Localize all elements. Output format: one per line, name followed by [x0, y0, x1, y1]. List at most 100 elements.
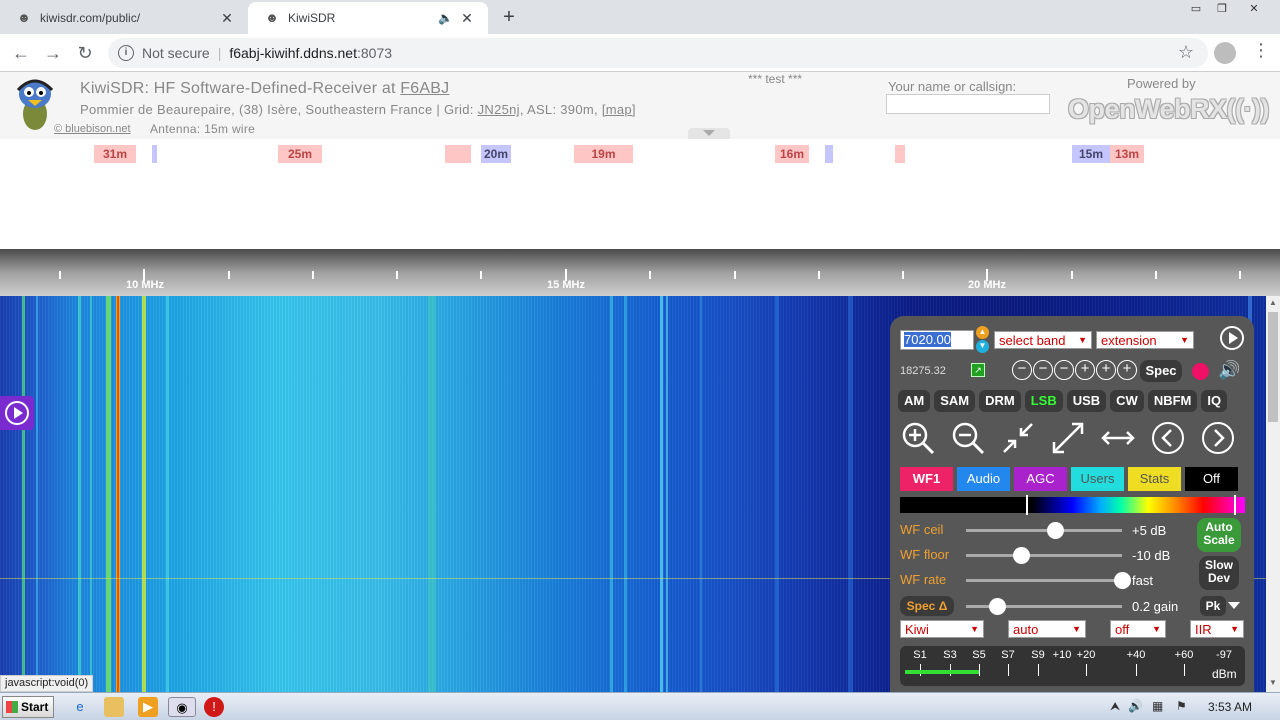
reload-icon[interactable]: ↻ [72, 40, 98, 66]
tab-kiwisdr[interactable]: ☻ KiwiSDR 🔈 ✕ [248, 2, 488, 34]
network-tray-icon[interactable]: ▦ [1152, 699, 1163, 713]
play-button[interactable] [1220, 326, 1244, 350]
swap-icon[interactable] [1100, 420, 1136, 456]
start-button[interactable]: Start [2, 696, 54, 718]
scroll-up-icon[interactable]: ▲ [1269, 298, 1277, 307]
mode-iq-button[interactable]: IQ [1201, 390, 1228, 412]
scrollbar-thumb[interactable] [1268, 312, 1278, 422]
volume-icon[interactable]: 🔊 [1218, 360, 1240, 381]
flag-tray-icon[interactable]: ⚑ [1176, 699, 1187, 713]
folder-icon[interactable] [104, 697, 124, 717]
tab-agc[interactable]: AGC [1014, 467, 1067, 491]
internet-explorer-icon[interactable]: e [70, 697, 90, 717]
band-marker[interactable] [895, 145, 905, 163]
step-up-small-icon[interactable]: + [1075, 360, 1095, 380]
zoom-in-icon[interactable] [900, 420, 936, 456]
wf-rate-knob[interactable] [1114, 572, 1131, 589]
address-bar[interactable]: i Not secure | f6abj-kiwihf.ddns.net:807… [108, 38, 1208, 68]
peak-button[interactable]: Pk [1200, 596, 1226, 616]
minimize-icon[interactable]: ▭ [1182, 0, 1210, 20]
chevron-down-icon[interactable] [1228, 602, 1240, 609]
wf-ceil-knob[interactable] [1046, 522, 1064, 539]
external-link-icon[interactable]: ↗ [971, 363, 985, 377]
tab-stats[interactable]: Stats [1128, 467, 1181, 491]
map-link[interactable]: [map] [602, 102, 636, 117]
tab-audio[interactable]: Audio [957, 467, 1010, 491]
mode-nbfm-button[interactable]: NBFM [1147, 390, 1198, 412]
band-25m[interactable]: 25m [278, 145, 322, 163]
speaker-icon[interactable]: 🔈 [438, 11, 456, 25]
close-tab-icon[interactable]: ✕ [456, 10, 478, 27]
wf-floor-knob[interactable] [1012, 547, 1030, 564]
mode-usb-button[interactable]: USB [1066, 390, 1107, 412]
close-tab-icon[interactable]: ✕ [216, 10, 238, 27]
zoom-full-icon[interactable] [1050, 420, 1086, 456]
zoom-band-icon[interactable] [1000, 420, 1036, 456]
spec-button[interactable]: Spec [1140, 360, 1182, 382]
band-marker[interactable] [445, 145, 471, 163]
band-16m[interactable]: 16m [775, 145, 809, 163]
credit-text[interactable]: © bluebison.net [54, 123, 131, 135]
page-right-icon[interactable] [1200, 420, 1236, 456]
close-window-icon[interactable]: ✕ [1240, 0, 1268, 20]
volume-tray-icon[interactable]: 🔊 [1128, 699, 1143, 713]
wf-floor-track[interactable] [966, 554, 1122, 557]
openwebrx-logo[interactable]: OpenWebRX((·)) [1068, 94, 1269, 125]
page-scrollbar[interactable]: ▲ ▼ [1266, 296, 1280, 692]
mode-cw-button[interactable]: CW [1110, 390, 1144, 412]
band-19m[interactable]: 19m [574, 145, 633, 163]
tray-arrow-icon[interactable]: ⮝ [1110, 699, 1120, 714]
tab-wf1[interactable]: WF1 [900, 467, 953, 491]
agc-source-select[interactable]: Kiwi ▼ [900, 620, 984, 638]
band-15m[interactable]: 15m [1072, 145, 1110, 163]
grid-link[interactable]: JN25nj [478, 102, 520, 117]
tab-off[interactable]: Off [1185, 467, 1238, 491]
off-select[interactable]: off ▼ [1110, 620, 1166, 638]
auto-scale-button[interactable]: Auto Scale [1197, 518, 1241, 552]
band-13m[interactable]: 13m [1110, 145, 1144, 163]
scroll-down-icon[interactable]: ▼ [1269, 678, 1277, 687]
page-left-icon[interactable] [1150, 420, 1186, 456]
info-icon[interactable]: i [118, 45, 134, 61]
tab-kiwisdr-public[interactable]: ☻ kiwisdr.com/public/ ✕ [0, 2, 248, 34]
frequency-scale[interactable]: 10 MHz 15 MHz 20 MHz [0, 249, 1280, 296]
step-up-medium-icon[interactable]: + [1096, 360, 1116, 380]
band-select[interactable]: select band ▼ [994, 331, 1092, 349]
credit-link[interactable]: © bluebison.net [54, 123, 131, 135]
mode-sam-button[interactable]: SAM [934, 390, 976, 412]
band-31m[interactable]: 31m [94, 145, 136, 163]
filter-select[interactable]: IIR ▼ [1190, 620, 1244, 638]
browser-menu-icon[interactable]: ⋮ [1252, 40, 1270, 61]
step-up-icon[interactable]: ▲ [976, 326, 989, 339]
band-marker[interactable] [825, 145, 833, 163]
extension-select[interactable]: extension ▼ [1096, 331, 1194, 349]
wf-rate-track[interactable] [966, 579, 1122, 582]
tab-users[interactable]: Users [1071, 467, 1124, 491]
forward-icon[interactable]: → [40, 40, 66, 66]
spectrum-area[interactable] [0, 169, 1280, 249]
slow-dev-button[interactable]: Slow Dev [1199, 556, 1239, 590]
chrome-icon[interactable]: ◉ [168, 697, 196, 717]
frequency-stepper[interactable]: ▲ ▼ [976, 326, 990, 354]
new-tab-button[interactable]: + [498, 6, 520, 28]
band-20m[interactable]: 20m [481, 145, 511, 163]
callsign-link[interactable]: F6ABJ [400, 80, 449, 97]
bookmark-star-icon[interactable]: ☆ [1178, 42, 1194, 63]
mode-am-button[interactable]: AM [898, 390, 931, 412]
left-panel-toggle-button[interactable] [0, 396, 34, 430]
step-down-medium-icon[interactable]: − [1033, 360, 1053, 380]
restore-icon[interactable]: ❐ [1208, 0, 1236, 20]
profile-avatar[interactable] [1214, 42, 1236, 64]
back-icon[interactable]: ← [8, 40, 34, 66]
record-icon[interactable] [1192, 363, 1209, 380]
callsign-input[interactable] [886, 94, 1050, 114]
frequency-input[interactable]: 7020.00 [900, 330, 974, 350]
zoom-out-icon[interactable] [950, 420, 986, 456]
band-marker[interactable] [152, 145, 157, 163]
mode-lsb-button[interactable]: LSB [1024, 390, 1063, 412]
step-down-icon[interactable]: ▼ [976, 340, 989, 353]
collapse-header-handle[interactable] [688, 128, 730, 139]
media-player-icon[interactable]: ▶ [138, 697, 158, 717]
mode-drm-button[interactable]: DRM [979, 390, 1021, 412]
opera-icon[interactable]: ! [204, 697, 224, 717]
